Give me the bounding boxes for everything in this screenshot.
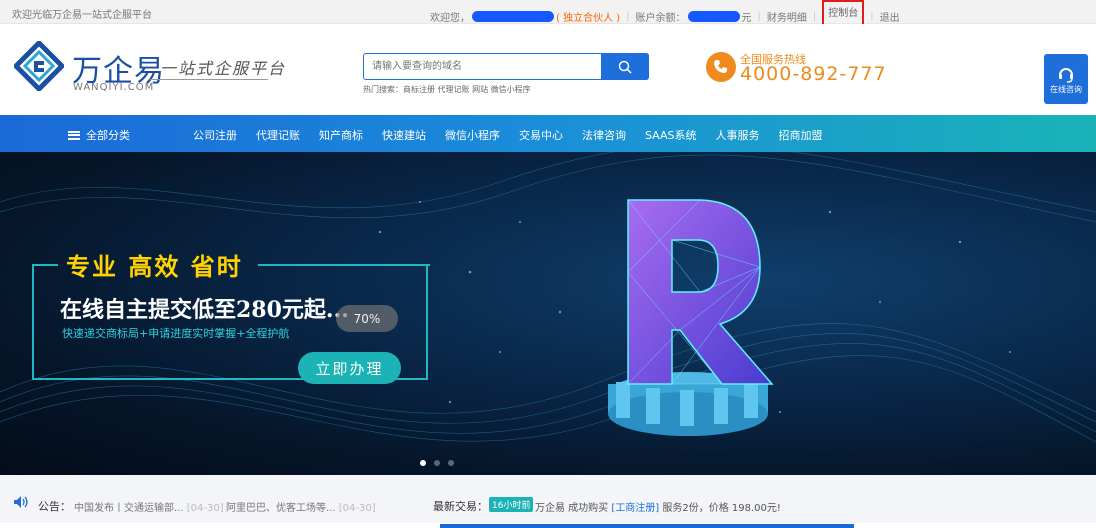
nav-item-website[interactable]: 快速建站 xyxy=(382,127,426,143)
menu-icon xyxy=(68,130,80,140)
notice-item-date: [04-30] xyxy=(338,503,376,514)
search-button[interactable] xyxy=(601,53,649,80)
logo-icon[interactable] xyxy=(12,39,66,93)
domain-search xyxy=(363,53,649,80)
section-strip xyxy=(0,523,1096,528)
nav-item-trademark[interactable]: 知产商标 xyxy=(319,127,363,143)
finance-link[interactable]: 财务明细 xyxy=(767,9,807,24)
trade-time-badge: 16小时前 xyxy=(489,497,534,512)
balance-label: 账户余额： xyxy=(635,12,686,24)
hero-banner[interactable]: 专业 高效 省时 在线自主提交低至280元起... 快速递交商标局+申请进度实时… xyxy=(0,152,1096,475)
banner-description: 快速递交商标局+申请进度实时掌握+全程护航 xyxy=(62,327,290,340)
notice-item[interactable]: 阿里巴巴、优客工场等... [04-30] xyxy=(226,499,376,514)
slogan-underline xyxy=(150,79,268,80)
console-link[interactable]: 控制台 xyxy=(822,0,865,26)
nav-item-franchise[interactable]: 招商加盟 xyxy=(779,127,823,143)
all-categories-button[interactable]: 全部分类 xyxy=(68,127,130,143)
logout-link[interactable]: 退出 xyxy=(880,9,900,24)
nav-menu: 公司注册 代理记账 知产商标 快速建站 微信小程序 交易中心 法律咨询 SAAS… xyxy=(193,127,842,143)
hot-search[interactable]: 热门搜索：商标注册 代理记账 网站 微信小程序 xyxy=(363,84,531,95)
all-categories-label: 全部分类 xyxy=(86,129,130,142)
banner-title: 专业 高效 省时 xyxy=(66,253,243,281)
main-nav: 全部分类 公司注册 代理记账 知产商标 快速建站 微信小程序 交易中心 法律咨询… xyxy=(0,115,1096,152)
balance-redacted xyxy=(687,10,740,22)
hotline-number: 4000-892-777 xyxy=(740,63,887,85)
notice-item-date: [04-30] xyxy=(186,503,224,514)
user-bar: 欢迎您， ( 独立合伙人 ) | 账户余额： 元 | 财务明细 | 控制台 | … xyxy=(430,0,900,26)
carousel-dot[interactable] xyxy=(434,460,440,466)
search-icon xyxy=(618,60,632,74)
welcome-text: 欢迎光临万企易一站式企服平台 xyxy=(12,10,152,21)
trade-suffix: 服务2份，价格 198.00元! xyxy=(662,503,781,514)
partner-badge: ( 独立合伙人 ) xyxy=(556,12,621,24)
speaker-icon xyxy=(14,496,28,508)
latest-trade-label: 最新交易： xyxy=(433,500,488,513)
online-consult-label: 在线咨询 xyxy=(1050,84,1082,94)
notice-bar: 公告： 中国发布丨交通运输部... [04-30] 阿里巴巴、优客工场等... … xyxy=(0,475,1096,528)
search-input[interactable] xyxy=(364,54,602,79)
logo-domain: WANQIYI.COM xyxy=(73,82,155,93)
notice-label: 公告： xyxy=(38,500,71,513)
nav-item-hr[interactable]: 人事服务 xyxy=(716,127,760,143)
top-bar: 欢迎光临万企易一站式企服平台 欢迎您， ( 独立合伙人 ) | 账户余额： 元 … xyxy=(0,0,1096,26)
online-consult-button[interactable]: 在线咨询 xyxy=(1044,54,1088,104)
divider: | xyxy=(626,10,630,22)
phone-icon xyxy=(706,52,736,82)
divider: | xyxy=(812,10,817,22)
headset-icon xyxy=(1059,67,1073,83)
trade-prefix: 万企易 成功购买 xyxy=(535,503,609,514)
latest-trade-text: 万企易 成功购买 [工商注册] 服务2份，价格 198.00元! xyxy=(535,499,781,514)
carousel-dots xyxy=(420,460,454,466)
username-redacted xyxy=(472,10,554,22)
nav-item-company-registration[interactable]: 公司注册 xyxy=(193,127,237,143)
progress-badge: 70% xyxy=(336,305,398,332)
section-strip-bar xyxy=(440,524,854,528)
frame-edge xyxy=(32,264,58,266)
currency-unit: 元 xyxy=(741,12,752,24)
divider: | xyxy=(870,10,874,22)
nav-item-trade-center[interactable]: 交易中心 xyxy=(519,127,563,143)
greeting-text: 欢迎您， xyxy=(430,12,470,24)
nav-item-bookkeeping[interactable]: 代理记账 xyxy=(256,127,300,143)
site-header: 万企易 WANQIYI.COM 一站式企服平台 热门搜索：商标注册 代理记账 网… xyxy=(0,24,1096,115)
carousel-dot[interactable] xyxy=(448,460,454,466)
slogan: 一站式企服平台 xyxy=(160,59,287,78)
banner-subtitle: 在线自主提交低至280元起... xyxy=(60,297,349,323)
nav-item-legal[interactable]: 法律咨询 xyxy=(582,127,626,143)
trade-service-link[interactable]: [工商注册] xyxy=(611,503,659,514)
nav-item-saas[interactable]: SAAS系统 xyxy=(645,127,697,143)
notice-item-text: 阿里巴巴、优客工场等... xyxy=(226,503,336,514)
frame-edge xyxy=(258,264,430,266)
notice-item[interactable]: 中国发布丨交通运输部... [04-30] xyxy=(74,499,224,514)
divider: | xyxy=(757,10,761,22)
carousel-dot[interactable] xyxy=(420,460,426,466)
apply-now-button[interactable]: 立即办理 xyxy=(298,352,401,384)
notice-item-text: 中国发布丨交通运输部... xyxy=(74,503,184,514)
nav-item-mini-program[interactable]: 微信小程序 xyxy=(445,127,500,143)
